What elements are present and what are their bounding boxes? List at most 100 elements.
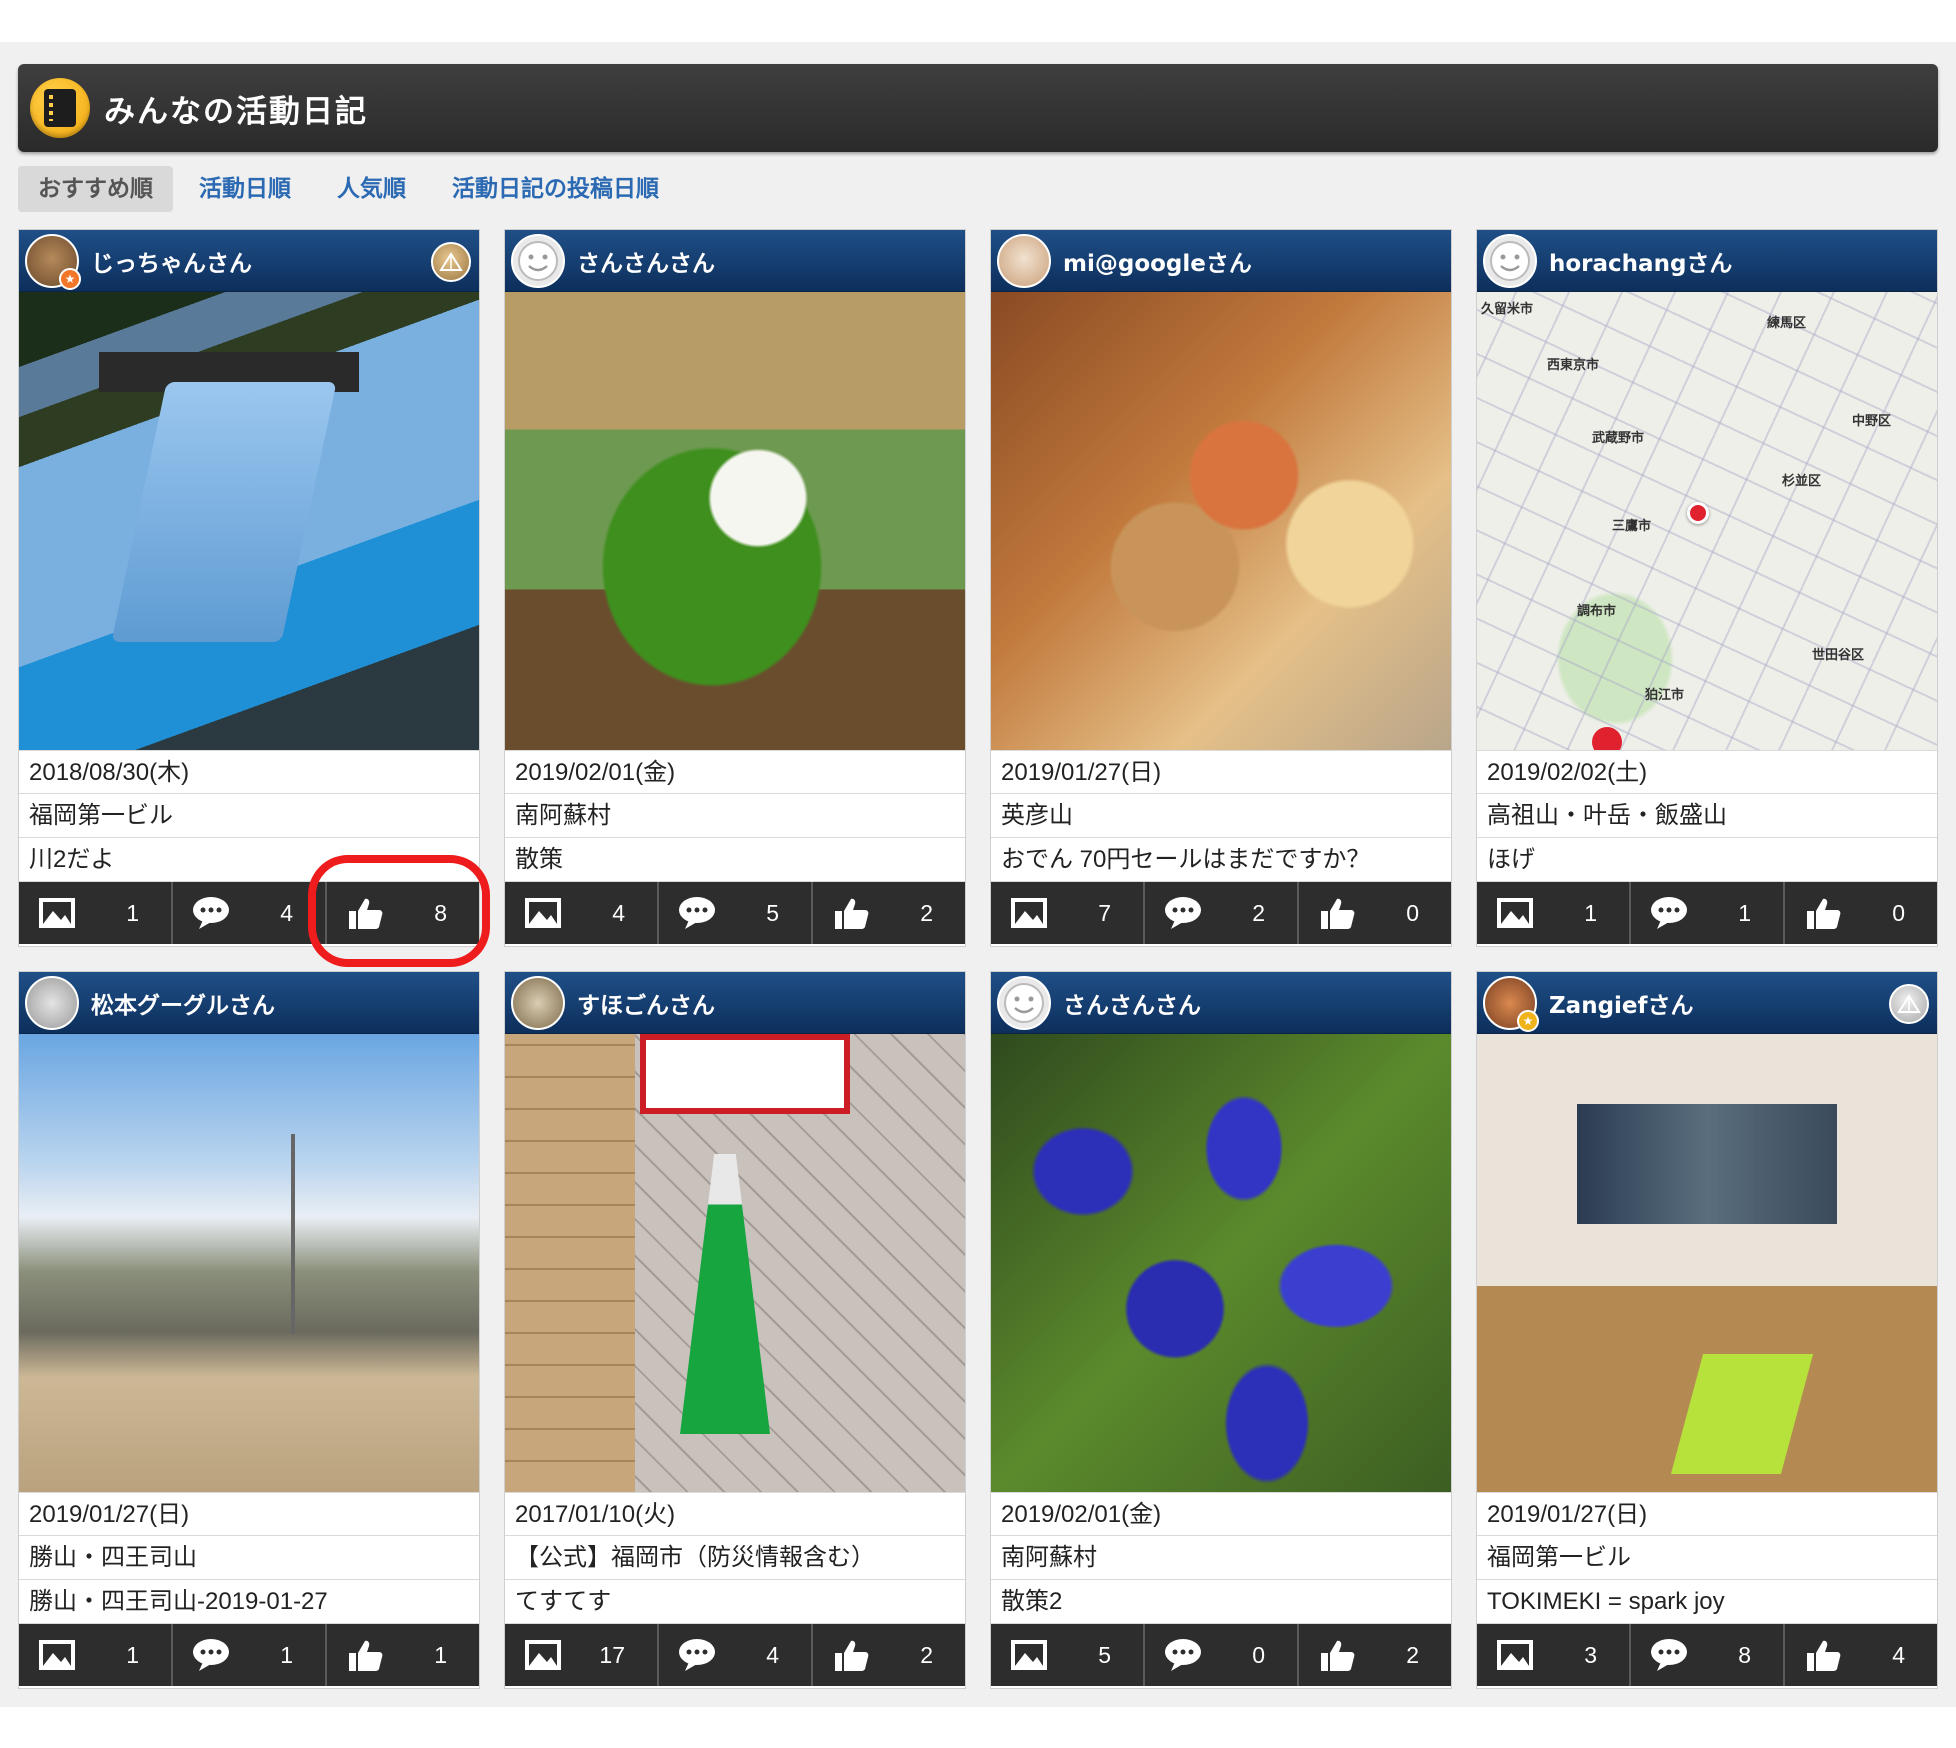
stats-bar: 5 0 2 <box>991 1624 1451 1686</box>
username[interactable]: さんさんさん <box>1063 986 1201 1020</box>
diary-photo[interactable] <box>505 292 965 750</box>
like-count-button[interactable]: 0 <box>1299 882 1451 944</box>
avatar[interactable] <box>25 975 79 1030</box>
star-badge-icon: ★ <box>59 267 81 290</box>
avatar[interactable]: ★ <box>25 233 81 290</box>
comment-bubble-icon <box>1165 897 1201 929</box>
comment-count: 2 <box>1252 899 1265 926</box>
comment-count-button[interactable]: 4 <box>659 1624 813 1686</box>
activity-date: 2019/02/01(金) <box>505 750 965 794</box>
photo-count-button[interactable]: 17 <box>505 1624 659 1686</box>
comment-count-button[interactable]: 1 <box>1631 882 1785 944</box>
avatar[interactable] <box>511 975 565 1030</box>
comment-bubble-icon <box>193 897 229 929</box>
like-count-button[interactable]: 2 <box>1299 1624 1451 1686</box>
photo-count: 3 <box>1584 1641 1597 1668</box>
username[interactable]: Zangiefさん <box>1549 986 1694 1020</box>
route-map[interactable]: 久留米市 練馬区 西東京市 中野区 武蔵野市 杉並区 三鷹市 調布市 世田谷区 … <box>1477 292 1937 750</box>
avatar[interactable] <box>997 233 1051 288</box>
warning-sign <box>640 1034 850 1114</box>
section-title: みんなの活動日記 <box>104 93 368 130</box>
username[interactable]: horachangさん <box>1549 244 1732 278</box>
diary-card[interactable]: 松本グーグルさん 2019/01/27(日) 勝山・四王司山 勝山・四王司山-2… <box>18 971 480 1689</box>
diary-photo[interactable] <box>505 1034 965 1492</box>
diary-card[interactable]: さんさんさん 2019/02/01(金) 南阿蘇村 散策 4 5 2 <box>504 229 966 947</box>
thumbs-up-icon <box>349 1640 383 1671</box>
photo-count-button[interactable]: 4 <box>505 882 659 944</box>
diary-photo[interactable] <box>19 1034 479 1492</box>
map-label: 世田谷区 <box>1812 648 1865 663</box>
thumbs-up-icon <box>835 1640 869 1671</box>
username[interactable]: mi@googleさん <box>1063 244 1252 278</box>
sort-tabs: おすすめ順 活動日順 人気順 活動日記の投稿日順 <box>18 166 685 212</box>
photo-icon <box>1497 1640 1533 1670</box>
card-header[interactable]: すほごんさん <box>505 972 965 1034</box>
like-count-button[interactable]: 2 <box>813 1624 965 1686</box>
stats-bar: 7 2 0 <box>991 882 1451 944</box>
username[interactable]: すほごんさん <box>577 986 715 1020</box>
diary-title: 勝山・四王司山-2019-01-27 <box>19 1580 479 1624</box>
activity-date: 2019/01/27(日) <box>991 750 1451 794</box>
like-count-button[interactable]: 1 <box>327 1624 479 1686</box>
diary-card[interactable]: さんさんさん 2019/02/01(金) 南阿蘇村 散策2 5 0 2 <box>990 971 1452 1689</box>
thumbs-up-icon <box>1321 1640 1355 1671</box>
card-header[interactable]: さんさんさん <box>991 972 1451 1034</box>
tab-activity-date[interactable]: 活動日順 <box>179 166 311 212</box>
comment-count-button[interactable]: 0 <box>1145 1624 1299 1686</box>
comment-count-button[interactable]: 8 <box>1631 1624 1785 1686</box>
avatar[interactable] <box>511 233 565 288</box>
diary-photo[interactable] <box>1477 1034 1937 1492</box>
username[interactable]: 松本グーグルさん <box>91 986 275 1020</box>
like-count: 2 <box>1406 1641 1419 1668</box>
tab-post-date[interactable]: 活動日記の投稿日順 <box>432 166 679 212</box>
comment-count-button[interactable]: 5 <box>659 882 813 944</box>
card-header[interactable]: horachangさん <box>1477 230 1937 292</box>
like-count-button[interactable]: 4 <box>1785 1624 1937 1686</box>
username[interactable]: さんさんさん <box>577 244 715 278</box>
avatar[interactable] <box>1483 233 1537 288</box>
map-label: 西東京市 <box>1547 358 1600 373</box>
photo-count-button[interactable]: 1 <box>19 882 173 944</box>
activity-date: 2019/01/27(日) <box>19 1492 479 1536</box>
comment-count-button[interactable]: 1 <box>173 1624 327 1686</box>
card-header[interactable]: ★ じっちゃんさん <box>19 230 479 292</box>
card-header[interactable]: さんさんさん <box>505 230 965 292</box>
photo-count-button[interactable]: 7 <box>991 882 1145 944</box>
diary-card[interactable]: すほごんさん 2017/01/10(火) 【公式】福岡市（防災情報含む） てすて… <box>504 971 966 1689</box>
avatar[interactable]: ★ <box>1483 975 1539 1032</box>
map-pin-icon <box>1687 502 1709 524</box>
smiley-face-icon <box>1004 982 1044 1023</box>
like-highlight-annotation <box>308 855 490 967</box>
photo-count-button[interactable]: 1 <box>19 1624 173 1686</box>
map-label: 久留米市 <box>1481 302 1534 317</box>
diary-card[interactable]: ★ じっちゃんさん 2018/08/30(木) 福岡第一ビル 川2だよ 1 4 … <box>18 229 480 947</box>
card-header[interactable]: 松本グーグルさん <box>19 972 479 1034</box>
comment-count-button[interactable]: 2 <box>1145 882 1299 944</box>
diary-card[interactable]: mi@googleさん 2019/01/27(日) 英彦山 おでん 70円セール… <box>990 229 1452 947</box>
diary-photo[interactable] <box>19 292 479 750</box>
photo-count-button[interactable]: 1 <box>1477 882 1631 944</box>
card-header[interactable]: ★ Zangiefさん <box>1477 972 1937 1034</box>
diary-card[interactable]: ★ Zangiefさん 2019/01/27(日) 福岡第一ビル TOKIMEK… <box>1476 971 1938 1689</box>
username[interactable]: じっちゃんさん <box>91 244 252 278</box>
photo-count-button[interactable]: 5 <box>991 1624 1145 1686</box>
comment-count-button[interactable]: 4 <box>173 882 327 944</box>
like-count-button[interactable]: 0 <box>1785 882 1937 944</box>
like-count: 4 <box>1892 1641 1905 1668</box>
activity-date: 2019/01/27(日) <box>1477 1492 1937 1536</box>
comment-bubble-icon <box>679 897 715 929</box>
diary-title: てすてす <box>505 1580 965 1624</box>
tab-recommended[interactable]: おすすめ順 <box>18 166 173 212</box>
stats-bar: 4 5 2 <box>505 882 965 944</box>
diary-photo[interactable] <box>991 292 1451 750</box>
diary-title: おでん 70円セールはまだですか？ <box>991 838 1451 882</box>
like-count-button[interactable]: 2 <box>813 882 965 944</box>
tab-popular[interactable]: 人気順 <box>317 166 426 212</box>
avatar[interactable] <box>997 975 1051 1030</box>
diary-card[interactable]: horachangさん 久留米市 練馬区 西東京市 中野区 武蔵野市 杉並区 三… <box>1476 229 1938 947</box>
photo-count: 17 <box>599 1641 625 1668</box>
diary-photo[interactable] <box>991 1034 1451 1492</box>
photo-count-button[interactable]: 3 <box>1477 1624 1631 1686</box>
comment-count: 8 <box>1738 1641 1751 1668</box>
card-header[interactable]: mi@googleさん <box>991 230 1451 292</box>
